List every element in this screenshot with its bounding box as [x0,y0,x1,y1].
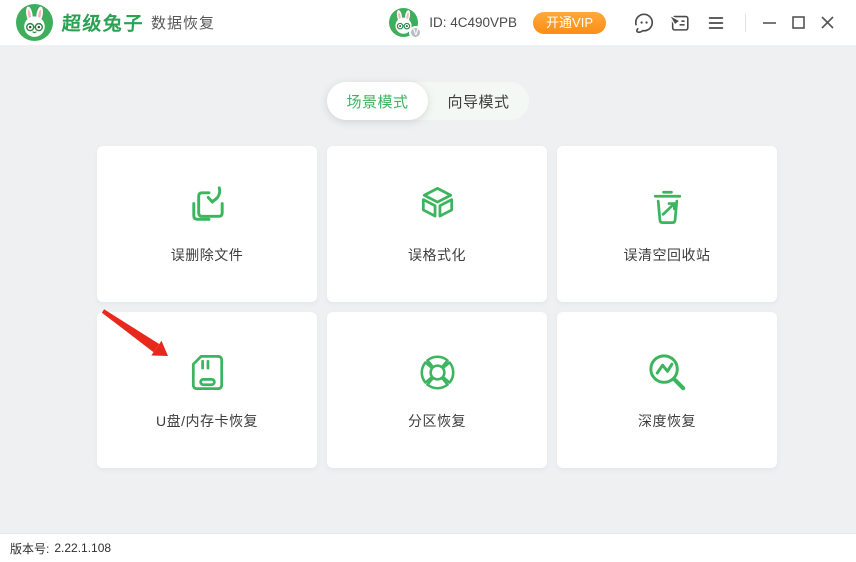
account-area[interactable]: V ID: 4C490VPB [389,8,533,37]
partition-icon [414,349,461,396]
tab-wizard-mode[interactable]: 向导模式 [428,82,529,120]
close-button[interactable] [820,15,835,30]
app-logo-rabbit-icon [16,4,53,41]
status-bar: 版本号: 2.22.1.108 [0,533,856,562]
tab-scene-mode[interactable]: 场景模式 [327,82,428,120]
sd-card-icon [184,349,231,396]
deep-scan-magnifier-icon [644,349,691,396]
open-vip-button[interactable]: 开通VIP [533,12,606,34]
minimize-button[interactable] [762,15,777,30]
header-right: V ID: 4C490VPB 开通VIP [389,8,842,37]
card-recycle-bin[interactable]: 误清空回收站 [557,146,777,302]
app-window: 超级兔子 数据恢复 [0,0,856,562]
restore-file-icon [184,183,231,230]
user-avatar[interactable]: V [389,8,418,37]
card-usb-memory-card[interactable]: U盘/内存卡恢复 [97,312,317,468]
card-partition[interactable]: 分区恢复 [327,312,547,468]
version-number: 2.22.1.108 [54,541,111,555]
divider [745,14,746,32]
card-deleted-files[interactable]: 误删除文件 [97,146,317,302]
card-formatted[interactable]: 误格式化 [327,146,547,302]
recovery-cards-grid: 误删除文件 误格式化 误清空回收站 [97,146,777,468]
maximize-button[interactable] [791,15,806,30]
card-deep-recovery[interactable]: 深度恢复 [557,312,777,468]
customer-service-icon[interactable] [633,12,655,34]
app-subtitle: 数据恢复 [151,12,215,33]
brand: 超级兔子 数据恢复 [16,4,215,41]
version-label: 版本号: [10,540,49,557]
card-label: 误格式化 [408,245,466,265]
card-label: U盘/内存卡恢复 [156,411,258,431]
vip-level-badge: V [409,26,422,39]
card-label: 深度恢复 [638,411,696,431]
main-area: 场景模式 向导模式 误删除文件 误格式化 [0,45,856,533]
recycle-bin-arrow-icon [644,183,691,230]
mode-tabs: 场景模式 向导模式 [327,82,529,120]
card-label: 误删除文件 [171,245,244,265]
feedback-form-icon[interactable] [669,12,691,34]
title-bar: 超级兔子 数据恢复 [0,0,856,45]
user-id-text: ID: 4C490VPB [429,15,517,30]
header-icons [626,12,734,34]
menu-icon[interactable] [705,12,727,34]
format-cube-icon [414,183,461,230]
card-label: 误清空回收站 [624,245,711,265]
app-name: 超级兔子 [61,9,145,36]
card-label: 分区恢复 [408,411,466,431]
